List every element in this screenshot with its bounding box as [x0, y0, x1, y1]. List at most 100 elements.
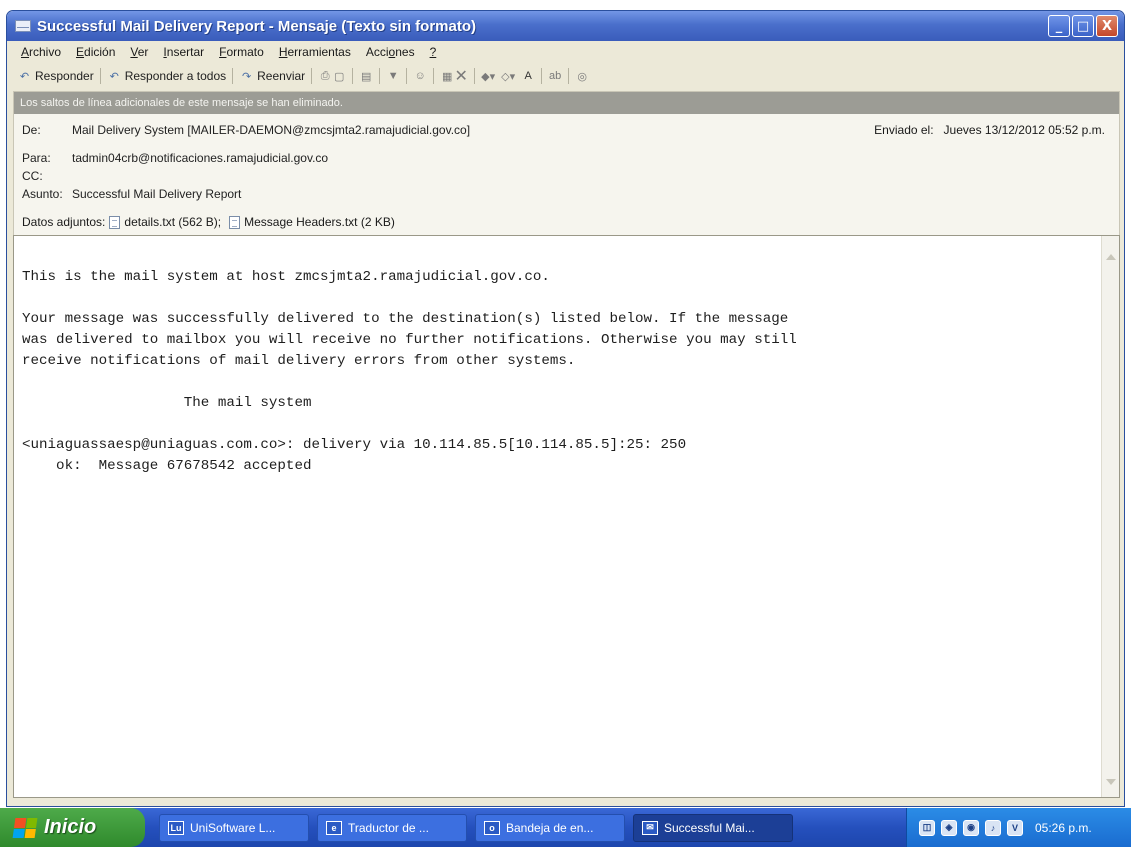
- task-inbox[interactable]: o Bandeja de en...: [475, 813, 625, 842]
- scroll-up-icon[interactable]: [1106, 254, 1116, 260]
- task-successful-mail[interactable]: ✉ Successful Mai...: [633, 813, 793, 842]
- update-icon[interactable]: ◉: [963, 819, 979, 836]
- attachments-row: Datos adjuntos: details.txt (562 B); Mes…: [22, 215, 395, 229]
- attachment-headers[interactable]: Message Headers.txt (2 KB): [244, 215, 395, 229]
- reply-icon: ↶: [19, 70, 30, 83]
- vertical-scrollbar[interactable]: [1101, 236, 1119, 797]
- forward-button[interactable]: ↷ Reenviar: [239, 69, 305, 83]
- task-label: Traductor de ...: [348, 820, 429, 835]
- print-icon[interactable]: ⎙: [318, 70, 332, 83]
- font-size-icon[interactable]: A: [521, 70, 535, 83]
- message-body[interactable]: This is the mail system at host zmcsjmta…: [13, 235, 1120, 798]
- reply-label: Responder: [35, 69, 94, 83]
- forward-label: Reenviar: [257, 69, 306, 83]
- menu-herramientas-mnemonic: H: [278, 45, 288, 59]
- contacts-icon[interactable]: ☺: [413, 70, 427, 83]
- start-label: Inicio: [44, 816, 97, 838]
- close-button[interactable]: X: [1096, 15, 1118, 37]
- categorize-icon[interactable]: ▦: [440, 70, 454, 83]
- envelope-icon: ✉: [642, 820, 658, 835]
- menu-edicion-rest: dición: [84, 45, 116, 59]
- attachment-details[interactable]: details.txt (562 B);: [124, 215, 221, 229]
- menu-ver[interactable]: Ver: [130, 45, 148, 59]
- save-icon[interactable]: ▢: [332, 70, 346, 83]
- info-banner[interactable]: Los saltos de línea adicionales de este …: [14, 92, 1119, 114]
- title-bar[interactable]: Successful Mail Delivery Report - Mensaj…: [7, 11, 1124, 41]
- menu-herramientas-rest: erramientas: [287, 45, 351, 59]
- app-icon: Lu: [168, 820, 184, 835]
- toolbar-separator: [474, 68, 476, 84]
- toolbar-separator: [99, 68, 101, 84]
- menu-herramientas[interactable]: Herramientas: [279, 45, 351, 59]
- volume-icon[interactable]: ♪: [985, 819, 1001, 836]
- clock[interactable]: 05:26 p.m.: [1035, 821, 1092, 835]
- task-translator[interactable]: e Traductor de ...: [317, 813, 467, 842]
- cc-label: CC:: [22, 169, 43, 183]
- window-title: Successful Mail Delivery Report - Mensaj…: [37, 17, 476, 35]
- previous-item-icon[interactable]: ◆▾: [481, 70, 495, 83]
- menu-archivo[interactable]: Archivo: [21, 45, 61, 59]
- toolbar-separator: [232, 68, 234, 84]
- toolbar-separator: [433, 68, 435, 84]
- help-icon[interactable]: ◎: [575, 70, 589, 83]
- security-icon[interactable]: ◈: [941, 819, 957, 836]
- reply-button[interactable]: ↶ Responder: [17, 69, 94, 83]
- from-value[interactable]: Mail Delivery System [MAILER-DAEMON@zmcs…: [72, 123, 470, 137]
- toolbar-separator: [311, 68, 313, 84]
- task-unisoftware[interactable]: Lu UniSoftware L...: [159, 813, 309, 842]
- encoding-icon[interactable]: ab: [548, 70, 562, 83]
- outlook-icon: o: [484, 820, 500, 835]
- next-item-icon[interactable]: ◇▾: [501, 70, 515, 83]
- body-line: [22, 372, 1111, 393]
- to-label: Para:: [22, 151, 51, 165]
- minimize-button[interactable]: _: [1048, 15, 1070, 37]
- window-controls: _ □ X: [1048, 15, 1118, 37]
- menu-formato-rest: ormato: [226, 45, 264, 59]
- menu-ver-rest: er: [137, 45, 149, 59]
- flag-icon[interactable]: ▼: [386, 70, 400, 83]
- cc-row: CC:: [22, 169, 72, 183]
- browser-icon: e: [326, 820, 342, 835]
- move-to-folder-icon[interactable]: ▤: [359, 70, 373, 83]
- delete-icon[interactable]: ✕: [454, 68, 468, 85]
- menu-archivo-rest: rchivo: [29, 45, 62, 59]
- system-tray: ◫ ◈ ◉ ♪ V 05:26 p.m.: [906, 808, 1131, 847]
- from-label: De:: [22, 123, 41, 137]
- attachments-label: Datos adjuntos:: [22, 215, 106, 229]
- toolbar: ↶ Responder ↶ Responder a todos ↷ Reenvi…: [7, 63, 1124, 89]
- menu-help[interactable]: ?: [430, 45, 437, 59]
- menu-acciones[interactable]: Acciones: [366, 45, 415, 59]
- subject-value: Successful Mail Delivery Report: [72, 187, 242, 201]
- reply-all-button[interactable]: ↶ Responder a todos: [107, 69, 227, 83]
- body-line: [22, 288, 1111, 309]
- menu-edicion[interactable]: Edición: [76, 45, 115, 59]
- forward-icon: ↷: [242, 70, 252, 83]
- body-line: The mail system: [22, 395, 312, 411]
- subject-label: Asunto:: [22, 187, 63, 201]
- message-window: Successful Mail Delivery Report - Mensaj…: [6, 10, 1125, 807]
- scroll-down-icon[interactable]: [1106, 779, 1116, 785]
- to-row: Para: tadmin04crb@notificaciones.ramajud…: [22, 151, 328, 165]
- windows-logo-icon: [12, 817, 38, 838]
- vb-icon[interactable]: V: [1007, 819, 1023, 836]
- sent-value: Jueves 13/12/2012 05:52 p.m.: [943, 123, 1105, 137]
- text-file-icon: [109, 215, 121, 229]
- body-line: [22, 414, 1111, 435]
- maximize-button[interactable]: □: [1072, 15, 1094, 37]
- subject-row: Asunto: Successful Mail Delivery Report: [22, 187, 241, 201]
- menu-insertar[interactable]: Insertar: [163, 45, 204, 59]
- menu-bar: Archivo Edición Ver Insertar Formato Her…: [7, 41, 1124, 63]
- reply-all-icon: ↶: [109, 70, 119, 83]
- body-line: <uniaguassaesp@uniaguas.com.co>: deliver…: [22, 437, 687, 453]
- toolbar-separator: [352, 68, 354, 84]
- menu-ver-mnemonic: V: [130, 45, 138, 59]
- sent-label: Enviado el:: [874, 123, 934, 137]
- start-button[interactable]: Inicio: [0, 808, 145, 847]
- task-label: Bandeja de en...: [506, 820, 594, 835]
- toolbar-separator: [568, 68, 570, 84]
- menu-formato[interactable]: Formato: [219, 45, 264, 59]
- network-icon[interactable]: ◫: [919, 819, 935, 836]
- to-value[interactable]: tadmin04crb@notificaciones.ramajudicial.…: [72, 151, 328, 165]
- body-line: receive notifications of mail delivery e…: [22, 353, 576, 369]
- taskbar: Inicio Lu UniSoftware L... e Traductor d…: [0, 808, 1131, 847]
